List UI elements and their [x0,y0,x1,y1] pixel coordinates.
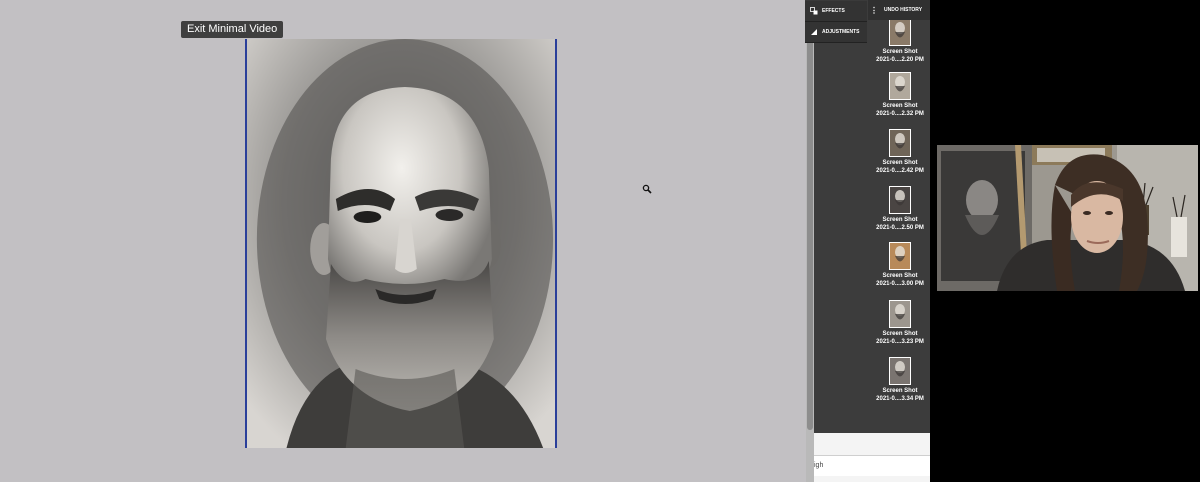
history-thumbnail [889,18,911,46]
webcam-video-feed [937,145,1198,291]
history-thumbnail [889,72,911,100]
canvas-scrollbar[interactable] [806,0,814,482]
history-item[interactable]: Screen Shot 2021-0....2.20 PM [870,18,930,64]
history-item-timestamp: 2021-0....3.34 PM [876,396,924,402]
history-thumbnail [889,300,911,328]
undo-history-label: UNDO HISTORY [884,7,923,13]
history-item[interactable]: Screen Shot 2021-0....2.42 PM [870,129,930,175]
history-item[interactable]: Screen Shot 2021-0....2.50 PM [870,186,930,232]
tab-effects[interactable]: EFFECTS [805,1,867,22]
history-item[interactable]: Screen Shot 2021-0....3.00 PM [870,242,930,288]
history-item-timestamp: 2021-0....2.42 PM [876,168,924,174]
tab-effects-label: EFFECTS [822,8,845,14]
history-item-title: Screen Shot [882,160,918,166]
exit-minimal-video-button[interactable]: Exit Minimal Video [181,21,284,38]
history-item-title: Screen Shot [882,217,918,223]
history-item-title: Screen Shot [882,273,918,279]
effects-icon [810,7,818,15]
history-item-timestamp: 2021-0....2.32 PM [876,111,924,117]
more-options-icon[interactable]: ⋮ [870,6,878,15]
portrait-drawing [247,39,555,448]
history-item-timestamp: 2021-0....2.50 PM [876,225,924,231]
history-thumbnail [889,129,911,157]
panel-bottom-field[interactable]: igh [814,455,930,476]
adjustments-icon [811,29,817,35]
history-thumbnail [889,357,911,385]
history-item-timestamp: 2021-0....3.23 PM [876,339,924,345]
charcoal-portrait-image [245,39,557,448]
undo-history-header[interactable]: ⋮ UNDO HISTORY [868,0,930,20]
webcam-scene [937,145,1198,291]
magnifier-cursor-icon [642,184,652,194]
history-item[interactable]: Screen Shot 2021-0....2.32 PM [870,72,930,118]
tab-adjustments-label: ADJUSTMENTS [822,29,860,35]
editor-canvas: Exit Minimal Video [0,0,806,482]
history-item-title: Screen Shot [882,331,918,337]
history-thumbnail [889,186,911,214]
history-item[interactable]: Screen Shot 2021-0....3.34 PM [870,357,930,403]
history-item[interactable]: Screen Shot 2021-0....3.23 PM [870,300,930,346]
history-item-title: Screen Shot [882,103,918,109]
panel-bottom-field-text: igh [814,462,824,469]
scrollbar-thumb[interactable] [807,40,813,430]
history-item-timestamp: 2021-0....2.20 PM [876,57,924,63]
history-item-timestamp: 2021-0....3.00 PM [876,281,924,287]
panel-tabs: EFFECTS ADJUSTMENTS [805,0,867,43]
history-thumbnail [889,242,911,270]
tab-adjustments[interactable]: ADJUSTMENTS [805,22,867,43]
history-item-title: Screen Shot [882,49,918,55]
history-item-title: Screen Shot [882,388,918,394]
